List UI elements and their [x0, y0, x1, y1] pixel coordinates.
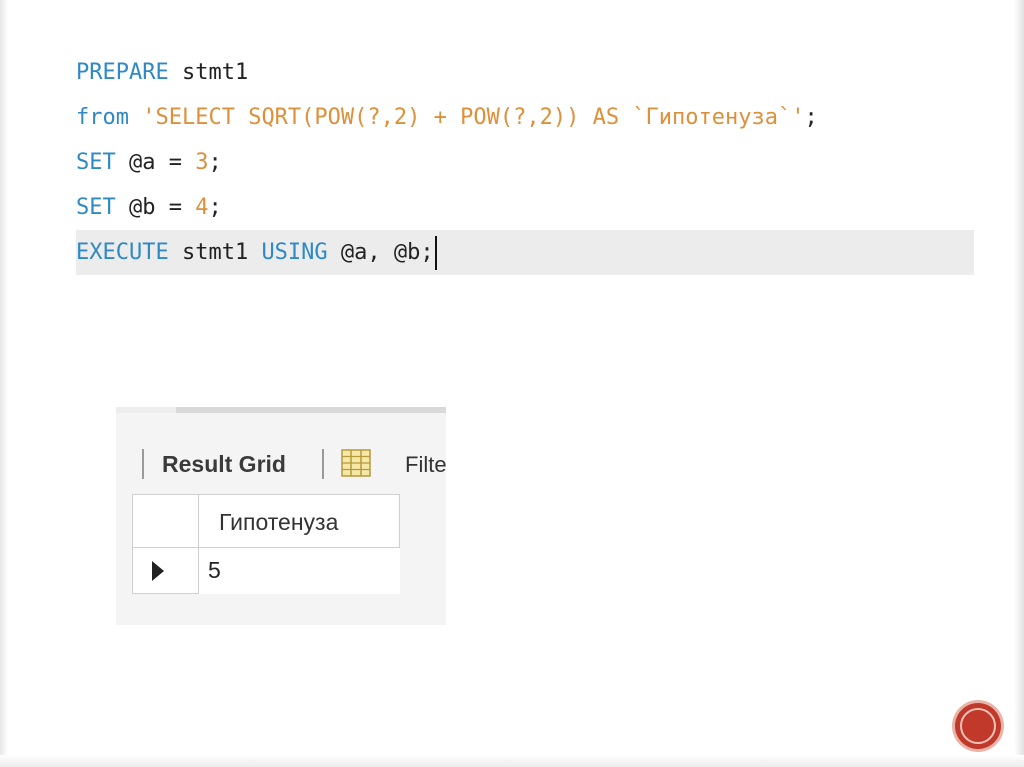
nav-button-ring: [960, 708, 996, 744]
slide-bottom-edge: [0, 755, 1024, 767]
code-line[interactable]: PREPARE stmt1: [76, 50, 974, 95]
panel-tab-strip: [116, 407, 176, 413]
row-pointer-icon: [152, 561, 164, 581]
grid-layout-icon[interactable]: [340, 447, 372, 479]
sql-text: ;: [208, 150, 222, 175]
sql-keyword: PREPARE: [76, 60, 169, 85]
sql-number-literal: 3: [195, 150, 209, 175]
sql-string-literal: 'SELECT SQRT(POW(?,2) + POW(?,2)) AS `Ги…: [142, 105, 805, 130]
sql-keyword: from: [76, 105, 129, 130]
sql-text: @b =: [115, 195, 196, 220]
code-line[interactable]: from 'SELECT SQRT(POW(?,2) + POW(?,2)) A…: [76, 95, 974, 140]
sql-keyword: EXECUTE: [76, 240, 169, 265]
sql-text: @a =: [115, 150, 196, 175]
text-cursor: [434, 236, 437, 270]
result-cell[interactable]: 5: [198, 548, 400, 594]
code-line[interactable]: SET @a = 3;: [76, 140, 974, 185]
sql-keyword: SET: [76, 195, 116, 220]
slide-nav-button-icon[interactable]: [955, 703, 1001, 749]
sql-keyword: USING: [261, 240, 328, 265]
sql-text: ;: [208, 195, 222, 220]
sql-text: @a, @b;: [327, 240, 434, 265]
toolbar-separator: [322, 449, 324, 479]
code-line[interactable]: EXECUTE stmt1 USING @a, @b;: [76, 230, 974, 275]
grid-corner-cell: [132, 494, 198, 548]
sql-number-literal: 4: [195, 195, 209, 220]
result-toolbar: Result Grid Filte: [116, 443, 446, 483]
slide-right-edge: [1014, 0, 1024, 767]
row-indicator[interactable]: [132, 548, 198, 594]
column-header-hypotenuse[interactable]: Гипотенуза: [198, 494, 400, 548]
result-panel: Result Grid Filte Гипотенуза 5: [116, 407, 446, 625]
code-line[interactable]: SET @b = 4;: [76, 185, 974, 230]
sql-text: stmt1: [168, 60, 249, 85]
panel-tab-bar: [176, 407, 446, 413]
sql-editor[interactable]: PREPARE stmt1 from 'SELECT SQRT(POW(?,2) …: [76, 50, 974, 275]
sql-keyword: SET: [76, 150, 116, 175]
sql-text: ;: [804, 105, 818, 130]
result-grid-tab[interactable]: Result Grid: [162, 451, 286, 478]
presentation-slide: PREPARE stmt1 from 'SELECT SQRT(POW(?,2) …: [0, 0, 1024, 767]
sql-text: stmt1: [168, 240, 262, 265]
toolbar-separator: [142, 449, 144, 479]
slide-left-edge: [0, 0, 8, 767]
filter-rows-label[interactable]: Filte: [405, 452, 446, 478]
